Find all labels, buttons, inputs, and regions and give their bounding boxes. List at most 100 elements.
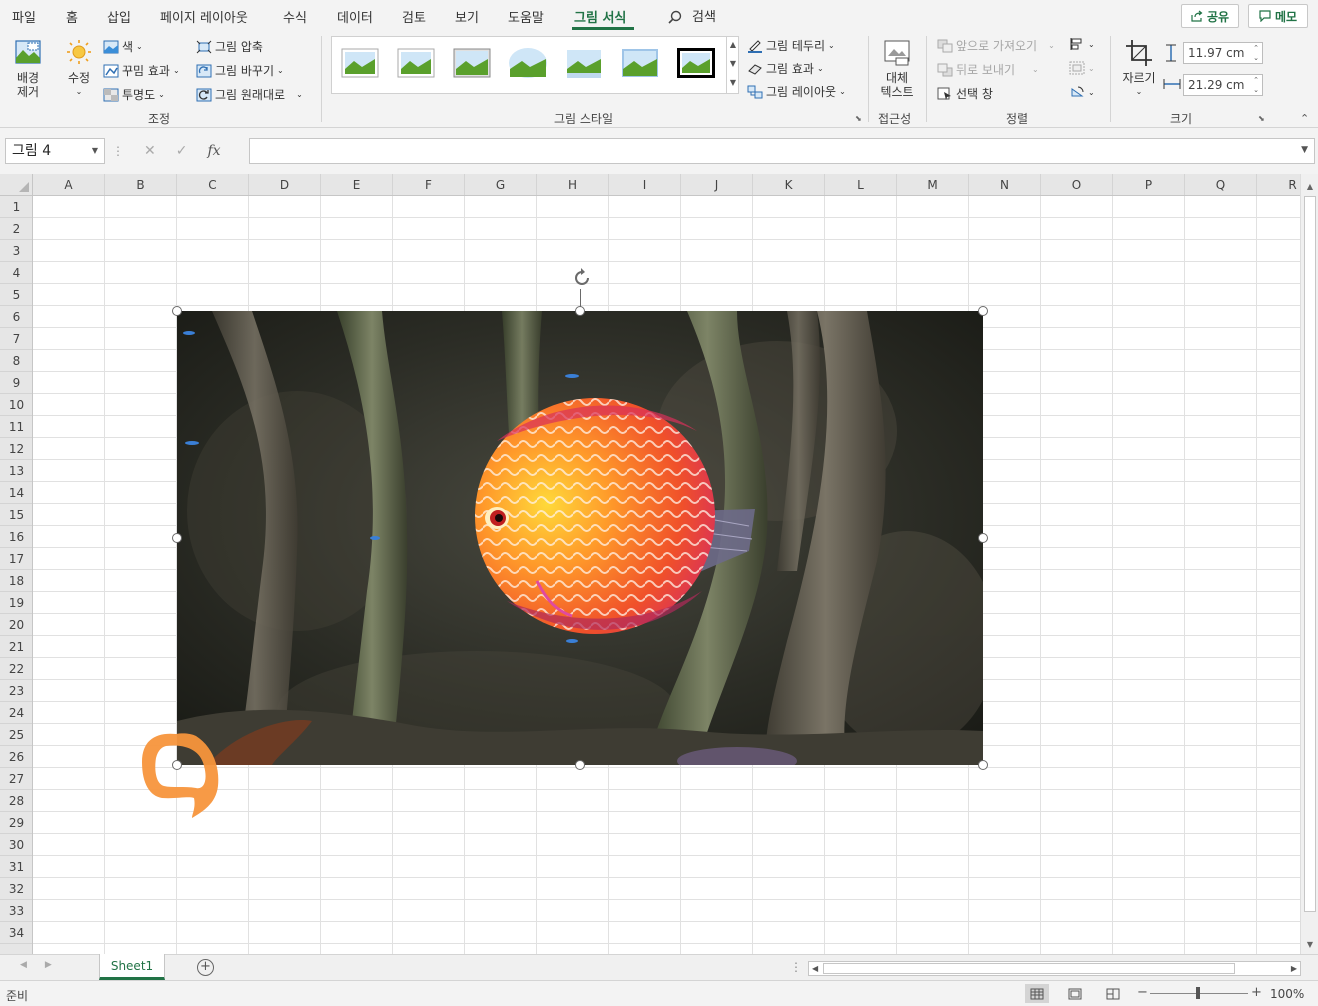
style-thumb-1[interactable] <box>340 47 380 79</box>
column-header-i[interactable]: I <box>609 174 681 195</box>
row-header-18[interactable]: 18 <box>0 570 32 592</box>
tab-help[interactable]: 도움말 <box>508 7 544 26</box>
width-spinner[interactable]: ⌃ ⌄ <box>1253 75 1259 95</box>
column-header-o[interactable]: O <box>1041 174 1113 195</box>
artistic-effects-button[interactable]: 꾸밈 효과 ⌄ <box>103 62 180 79</box>
sheet-nav-arrows[interactable]: ◀▶ <box>20 960 70 970</box>
column-header-a[interactable]: A <box>33 174 105 195</box>
alt-text-button[interactable]: 대체 텍스트 <box>876 38 918 99</box>
expand-formula-icon[interactable]: ▼ <box>1301 145 1308 155</box>
row-header-32[interactable]: 32 <box>0 878 32 900</box>
horizontal-scroll-thumb[interactable] <box>823 963 1235 974</box>
cancel-icon[interactable]: ✕ <box>144 143 156 159</box>
rotate-button[interactable]: ⌄ <box>1069 85 1095 99</box>
gallery-scroll-up[interactable]: ▲ <box>726 36 739 55</box>
row-header-10[interactable]: 10 <box>0 394 32 416</box>
row-header-16[interactable]: 16 <box>0 526 32 548</box>
column-header-q[interactable]: Q <box>1185 174 1257 195</box>
gallery-more[interactable]: ▼ <box>726 74 739 94</box>
column-header-r[interactable]: R <box>1257 174 1300 195</box>
picture-discus-fish[interactable] <box>177 311 983 765</box>
group-objects-button[interactable]: ⌄ <box>1069 61 1095 75</box>
row-header-1[interactable]: 1 <box>0 196 32 218</box>
row-header-25[interactable]: 25 <box>0 724 32 746</box>
change-picture-button[interactable]: 그림 바꾸기 ⌄ <box>196 62 284 79</box>
column-header-f[interactable]: F <box>393 174 465 195</box>
formula-input[interactable]: ▼ <box>249 138 1315 164</box>
scroll-right-arrow[interactable]: ▶ <box>1291 962 1297 975</box>
dialog-launcher-icon[interactable]: ⬊ <box>1258 114 1265 123</box>
dialog-launcher-icon[interactable]: ⬊ <box>855 114 862 123</box>
width-field[interactable]: 21.29 cm ⌃ ⌄ <box>1183 74 1263 96</box>
scroll-up-arrow[interactable]: ▲ <box>1301 182 1318 191</box>
corrections-button[interactable]: 수정 ⌄ <box>60 38 98 99</box>
resize-handle-top[interactable] <box>575 306 585 316</box>
resize-handle-right[interactable] <box>978 533 988 543</box>
height-field[interactable]: 11.97 cm ⌃ ⌄ <box>1183 42 1263 64</box>
zoom-level[interactable]: 100% <box>1270 987 1304 1001</box>
selection-pane-button[interactable]: 선택 창 <box>937 85 993 102</box>
column-header-l[interactable]: L <box>825 174 897 195</box>
row-header-2[interactable]: 2 <box>0 218 32 240</box>
normal-view-button[interactable] <box>1025 984 1049 1003</box>
style-thumb-6[interactable] <box>620 47 660 79</box>
style-thumb-2[interactable] <box>396 47 436 79</box>
column-header-d[interactable]: D <box>249 174 321 195</box>
color-button[interactable]: 색 ⌄ <box>103 38 143 55</box>
column-header-h[interactable]: H <box>537 174 609 195</box>
rotate-handle-icon[interactable] <box>570 266 594 290</box>
row-header-23[interactable]: 23 <box>0 680 32 702</box>
row-header-26[interactable]: 26 <box>0 746 32 768</box>
select-all-button[interactable] <box>0 174 33 196</box>
gallery-scroll-down[interactable]: ▼ <box>726 55 739 74</box>
column-header-m[interactable]: M <box>897 174 969 195</box>
sheet-tab-sheet1[interactable]: Sheet1 <box>99 954 165 980</box>
search-box[interactable]: 검색 <box>668 6 716 25</box>
scroll-left-arrow[interactable]: ◀ <box>812 962 818 975</box>
collapse-ribbon-icon[interactable]: ⌃ <box>1300 112 1309 125</box>
row-header-22[interactable]: 22 <box>0 658 32 680</box>
column-header-n[interactable]: N <box>969 174 1041 195</box>
picture-styles-gallery[interactable] <box>331 36 739 94</box>
scroll-down-arrow[interactable]: ▼ <box>1301 940 1318 949</box>
tab-view[interactable]: 보기 <box>455 7 479 26</box>
align-button[interactable]: ⌄ <box>1069 37 1095 51</box>
add-sheet-button[interactable]: + <box>197 959 214 976</box>
column-header-j[interactable]: J <box>681 174 753 195</box>
style-thumb-3[interactable] <box>452 47 492 79</box>
tab-formulas[interactable]: 수식 <box>283 7 307 26</box>
split-handle-icon[interactable]: ⋮ <box>790 960 802 974</box>
row-header-20[interactable]: 20 <box>0 614 32 636</box>
zoom-out-button[interactable]: − <box>1137 985 1148 1000</box>
tab-picture-format[interactable]: 그림 서식 <box>574 7 626 26</box>
reset-picture-button[interactable]: 그림 원래대로 ⌄ <box>196 86 303 103</box>
remove-background-button[interactable]: 배경 제거 <box>8 38 48 99</box>
crop-button[interactable]: 자르기 ⌄ <box>1119 38 1159 99</box>
enter-icon[interactable]: ✓ <box>176 143 188 159</box>
row-header-7[interactable]: 7 <box>0 328 32 350</box>
style-thumb-4[interactable] <box>508 47 548 79</box>
row-header-33[interactable]: 33 <box>0 900 32 922</box>
picture-layout-button[interactable]: 그림 레이아웃 ⌄ <box>747 83 846 100</box>
picture-effects-button[interactable]: 그림 효과 ⌄ <box>747 60 824 77</box>
tab-data[interactable]: 데이터 <box>337 7 373 26</box>
row-header-31[interactable]: 31 <box>0 856 32 878</box>
page-break-view-button[interactable] <box>1101 984 1125 1003</box>
chevron-down-icon[interactable]: ▼ <box>92 139 98 163</box>
row-header-34[interactable]: 34 <box>0 922 32 944</box>
row-header-19[interactable]: 19 <box>0 592 32 614</box>
vertical-scrollbar[interactable]: ▲ ▼ <box>1300 174 1318 954</box>
insert-function-icon[interactable]: fx <box>207 143 220 159</box>
row-header-11[interactable]: 11 <box>0 416 32 438</box>
column-header-e[interactable]: E <box>321 174 393 195</box>
row-header-17[interactable]: 17 <box>0 548 32 570</box>
style-thumb-5[interactable] <box>564 47 604 79</box>
row-header-14[interactable]: 14 <box>0 482 32 504</box>
resize-handle-top-left[interactable] <box>172 306 182 316</box>
compress-pictures-button[interactable]: 그림 압축 <box>196 38 263 55</box>
row-header-9[interactable]: 9 <box>0 372 32 394</box>
tab-insert[interactable]: 삽입 <box>107 7 131 26</box>
row-header-24[interactable]: 24 <box>0 702 32 724</box>
row-header-27[interactable]: 27 <box>0 768 32 790</box>
column-header-k[interactable]: K <box>753 174 825 195</box>
